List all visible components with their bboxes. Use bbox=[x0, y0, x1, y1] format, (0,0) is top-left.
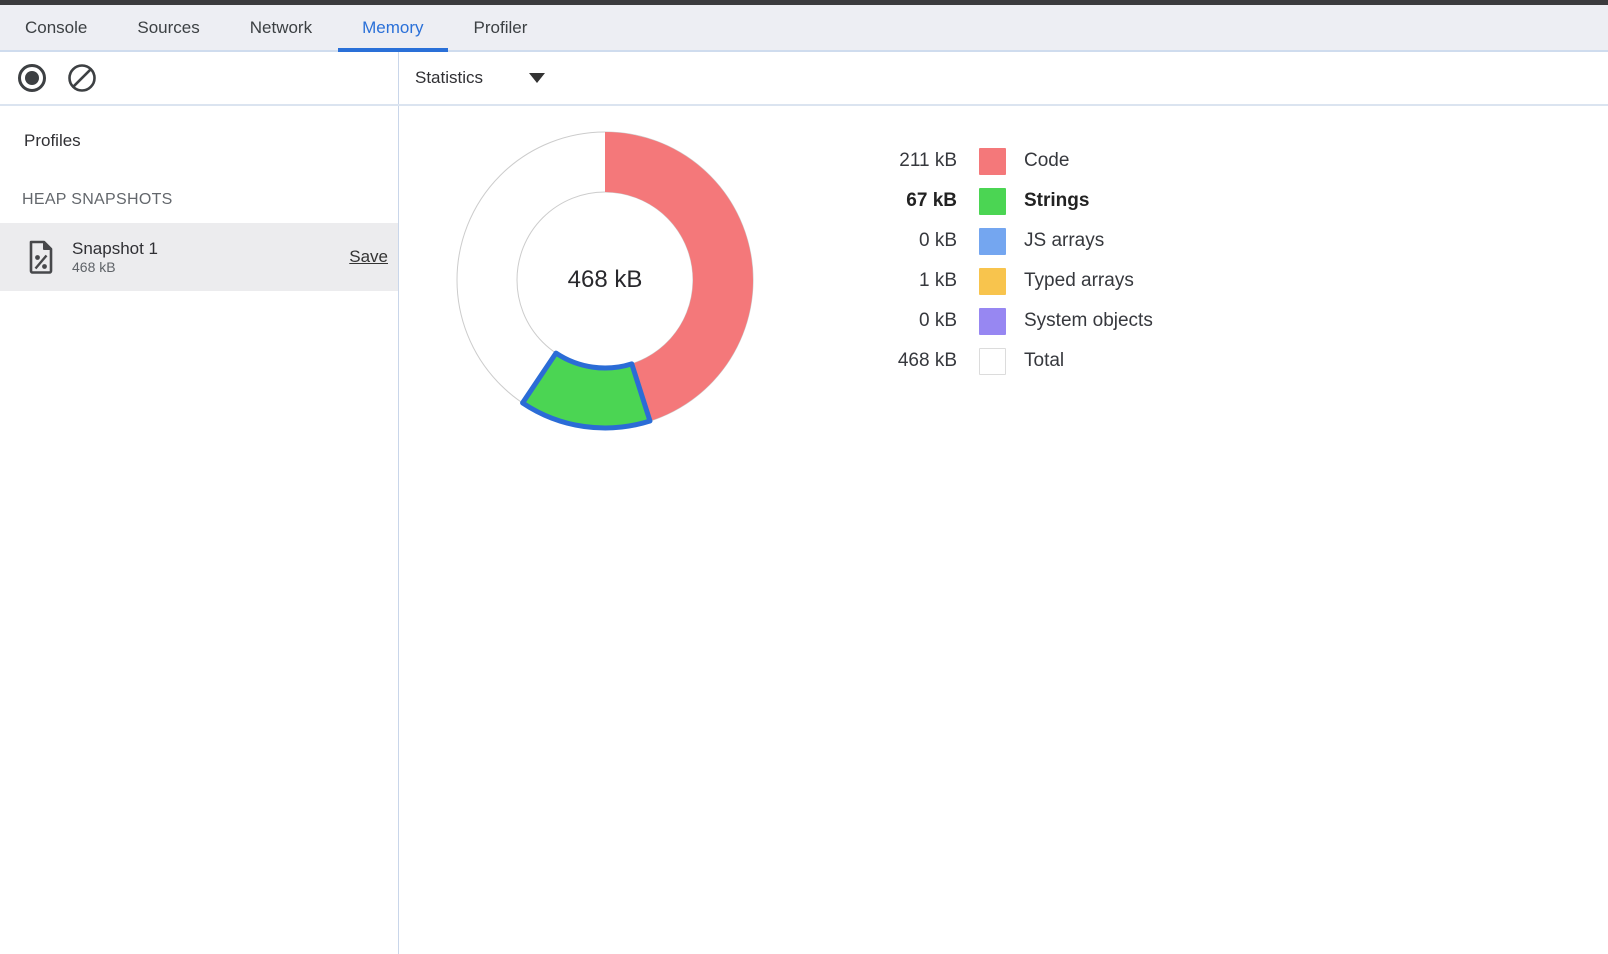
legend-value: 468 kB bbox=[852, 350, 957, 372]
snapshot-save-link[interactable]: Save bbox=[349, 247, 388, 267]
record-icon bbox=[17, 63, 47, 93]
legend-swatch-js-arrays bbox=[979, 228, 1006, 255]
tab-memory[interactable]: Memory bbox=[337, 5, 448, 50]
legend-row-typed-arrays[interactable]: 1 kB Typed arrays bbox=[852, 261, 1153, 301]
legend-value: 1 kB bbox=[852, 270, 957, 292]
heap-snapshot-file-icon bbox=[28, 240, 54, 274]
tab-sources[interactable]: Sources bbox=[112, 5, 224, 50]
snapshot-size: 468 kB bbox=[72, 259, 349, 276]
tab-profiler[interactable]: Profiler bbox=[449, 5, 553, 50]
legend-row-code[interactable]: 211 kB Code bbox=[852, 141, 1153, 181]
profiles-toolbar bbox=[0, 52, 399, 104]
legend-label: Strings bbox=[1024, 190, 1089, 212]
perspective-select[interactable]: Statistics bbox=[415, 68, 545, 88]
chevron-down-icon bbox=[529, 73, 545, 83]
sidebar-title: Profiles bbox=[24, 130, 398, 152]
view-toolbar: Statistics bbox=[399, 52, 1608, 104]
content-area: Profiles HEAP SNAPSHOTS Snapshot 1 468 k… bbox=[0, 106, 1608, 954]
legend-label: System objects bbox=[1024, 310, 1153, 332]
heap-snapshots-section-heading: HEAP SNAPSHOTS bbox=[22, 190, 398, 210]
profiles-sidebar: Profiles HEAP SNAPSHOTS Snapshot 1 468 k… bbox=[0, 106, 399, 954]
legend-swatch-typed-arrays bbox=[979, 268, 1006, 295]
legend-value: 67 kB bbox=[852, 190, 957, 212]
legend-swatch-strings bbox=[979, 188, 1006, 215]
clear-profiles-button[interactable] bbox=[66, 62, 98, 94]
memory-toolbar: Statistics bbox=[0, 52, 1608, 106]
legend-row-js-arrays[interactable]: 0 kB JS arrays bbox=[852, 221, 1153, 261]
statistics-view: 468 kB 211 kB Code 67 kB Strings 0 kB JS… bbox=[399, 106, 1608, 954]
clear-icon bbox=[67, 63, 97, 93]
legend-value: 0 kB bbox=[852, 230, 957, 252]
devtools-tabbar: Console Sources Network Memory Profiler bbox=[0, 5, 1608, 52]
legend-label: Total bbox=[1024, 350, 1064, 372]
snapshot-list-item[interactable]: Snapshot 1 468 kB Save bbox=[0, 223, 398, 291]
legend-swatch-total bbox=[979, 348, 1006, 375]
legend-label: Typed arrays bbox=[1024, 270, 1134, 292]
snapshot-text: Snapshot 1 468 kB bbox=[72, 238, 349, 276]
donut-inner-outline bbox=[517, 192, 693, 368]
donut-slice-strings[interactable] bbox=[523, 353, 650, 428]
record-heap-snapshot-button[interactable] bbox=[16, 62, 48, 94]
heap-statistics-donut: 468 kB bbox=[440, 115, 770, 445]
legend-label: Code bbox=[1024, 150, 1069, 172]
legend-row-total[interactable]: 468 kB Total bbox=[852, 341, 1153, 381]
legend-row-system-objects[interactable]: 0 kB System objects bbox=[852, 301, 1153, 341]
snapshot-name: Snapshot 1 bbox=[72, 238, 349, 259]
legend-value: 211 kB bbox=[852, 150, 957, 172]
legend-value: 0 kB bbox=[852, 310, 957, 332]
legend-swatch-code bbox=[979, 148, 1006, 175]
donut-chart[interactable] bbox=[440, 115, 770, 445]
legend-label: JS arrays bbox=[1024, 230, 1104, 252]
legend-swatch-system-objects bbox=[979, 308, 1006, 335]
perspective-select-value: Statistics bbox=[415, 68, 483, 88]
chart-legend: 211 kB Code 67 kB Strings 0 kB JS arrays… bbox=[852, 141, 1153, 381]
legend-row-strings[interactable]: 67 kB Strings bbox=[852, 181, 1153, 221]
tab-network[interactable]: Network bbox=[225, 5, 337, 50]
tab-console[interactable]: Console bbox=[0, 5, 112, 50]
